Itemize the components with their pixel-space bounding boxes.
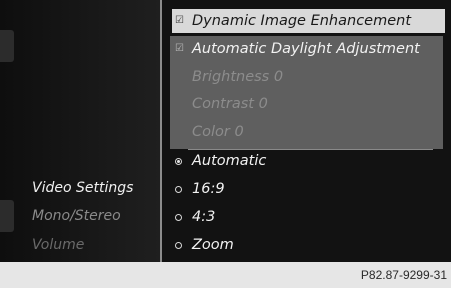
left-edge-tab [0,30,14,62]
option-label: Automatic Daylight Adjustment [192,41,420,57]
checkbox-checked-icon: ☑ [175,43,184,54]
menu-item-volume[interactable]: Volume [32,237,84,253]
option-label: Automatic [192,153,267,169]
left-menu: Video Settings Mono/Stereo Volume [0,0,160,262]
radio-unselected-icon [175,186,182,193]
menu-item-mono-stereo[interactable]: Mono/Stereo [32,208,121,224]
automatic-daylight-adjustment-option[interactable]: ☑ Automatic Daylight Adjustment [172,37,445,61]
option-label: 4:3 [192,209,216,225]
color-setting[interactable]: Color 0 [172,120,445,144]
option-label: Zoom [192,237,234,253]
figure-code: P82.87-9299-31 [360,268,447,282]
dynamic-image-enhancement-option[interactable]: ☑ Dynamic Image Enhancement [172,9,445,33]
radio-unselected-icon [175,214,182,221]
aspect-option-16-9[interactable]: 16:9 [172,177,445,201]
aspect-option-zoom[interactable]: Zoom [172,233,445,257]
color-label: Color 0 [192,124,244,140]
aspect-option-automatic[interactable]: Automatic [172,149,445,173]
aspect-option-4-3[interactable]: 4:3 [172,205,445,229]
brightness-label: Brightness 0 [192,69,284,85]
left-edge-tab [0,200,14,232]
radio-selected-icon [175,158,182,165]
radio-unselected-icon [175,242,182,249]
option-label: 16:9 [192,181,225,197]
brightness-setting[interactable]: Brightness 0 [172,65,445,89]
menu-item-video-settings[interactable]: Video Settings [32,180,133,196]
contrast-setting[interactable]: Contrast 0 [172,92,445,116]
figure-caption-bar: P82.87-9299-31 [0,262,451,288]
display-screen: Video Settings Mono/Stereo Volume ☑ Dyna… [0,0,451,262]
option-label: Dynamic Image Enhancement [192,13,412,29]
checkbox-checked-icon: ☑ [175,15,184,26]
contrast-label: Contrast 0 [192,96,268,112]
